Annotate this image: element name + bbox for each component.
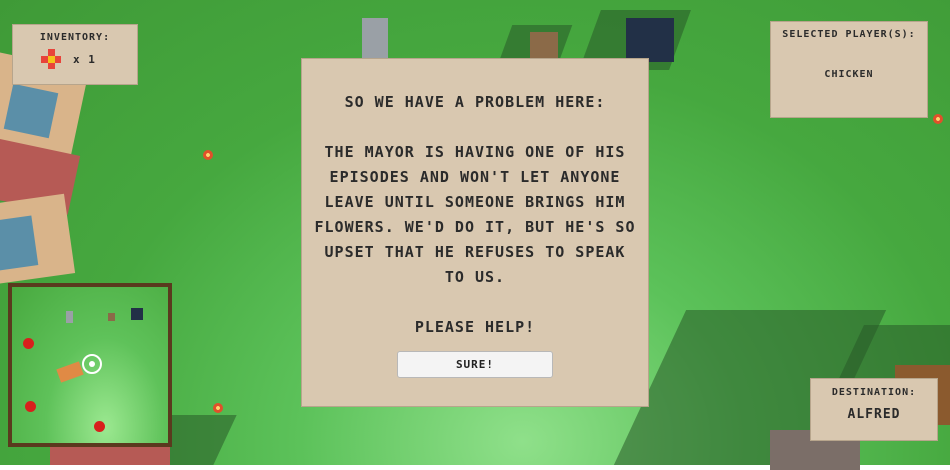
inventory-title: INVENTORY: xyxy=(39,32,111,43)
destination-panel: DESTINATION: ALFRED xyxy=(810,378,938,441)
house-window xyxy=(0,215,39,271)
selected-players-panel: SELECTED PLAYER(S): CHICKEN xyxy=(770,21,928,118)
accept-quest-button[interactable]: SURE! xyxy=(397,351,553,378)
statue xyxy=(362,18,388,58)
dialog-plea: PLEASE HELP! xyxy=(414,318,536,336)
villager-dark xyxy=(626,18,674,62)
destination-name: ALFRED xyxy=(847,407,901,422)
selected-player-name: CHICKEN xyxy=(824,69,874,80)
minimap-flower-marker xyxy=(23,338,34,349)
dialog-heading: SO WE HAVE A PROBLEM HERE: xyxy=(344,93,606,111)
house-roof xyxy=(50,445,170,465)
minimap-villager-icon xyxy=(108,313,115,321)
house-window xyxy=(3,83,59,139)
player-location-icon xyxy=(82,354,102,374)
inventory-item[interactable]: x 1 xyxy=(41,49,137,69)
dialog-body: THE MAYOR IS HAVING ONE OF HIS EPISODES … xyxy=(314,143,636,286)
minimap-flower-marker xyxy=(25,401,36,412)
inventory-item-count: x 1 xyxy=(73,52,96,66)
inventory-panel: INVENTORY: x 1 xyxy=(12,24,138,85)
flower-pickup[interactable] xyxy=(933,114,943,124)
selected-players-title: SELECTED PLAYER(S): xyxy=(782,29,916,40)
destination-title: DESTINATION: xyxy=(831,387,917,398)
villager xyxy=(530,32,558,58)
flower-pickup[interactable] xyxy=(203,150,213,160)
minimap-flower-marker xyxy=(94,421,105,432)
health-cross-icon xyxy=(41,49,61,69)
quest-dialog: SO WE HAVE A PROBLEM HERE: THE MAYOR IS … xyxy=(301,58,649,407)
minimap-building-icon xyxy=(56,361,84,383)
flower-pickup[interactable] xyxy=(213,403,223,413)
minimap[interactable] xyxy=(8,283,172,447)
minimap-statue-icon xyxy=(66,311,73,323)
minimap-villager-icon xyxy=(131,308,143,320)
